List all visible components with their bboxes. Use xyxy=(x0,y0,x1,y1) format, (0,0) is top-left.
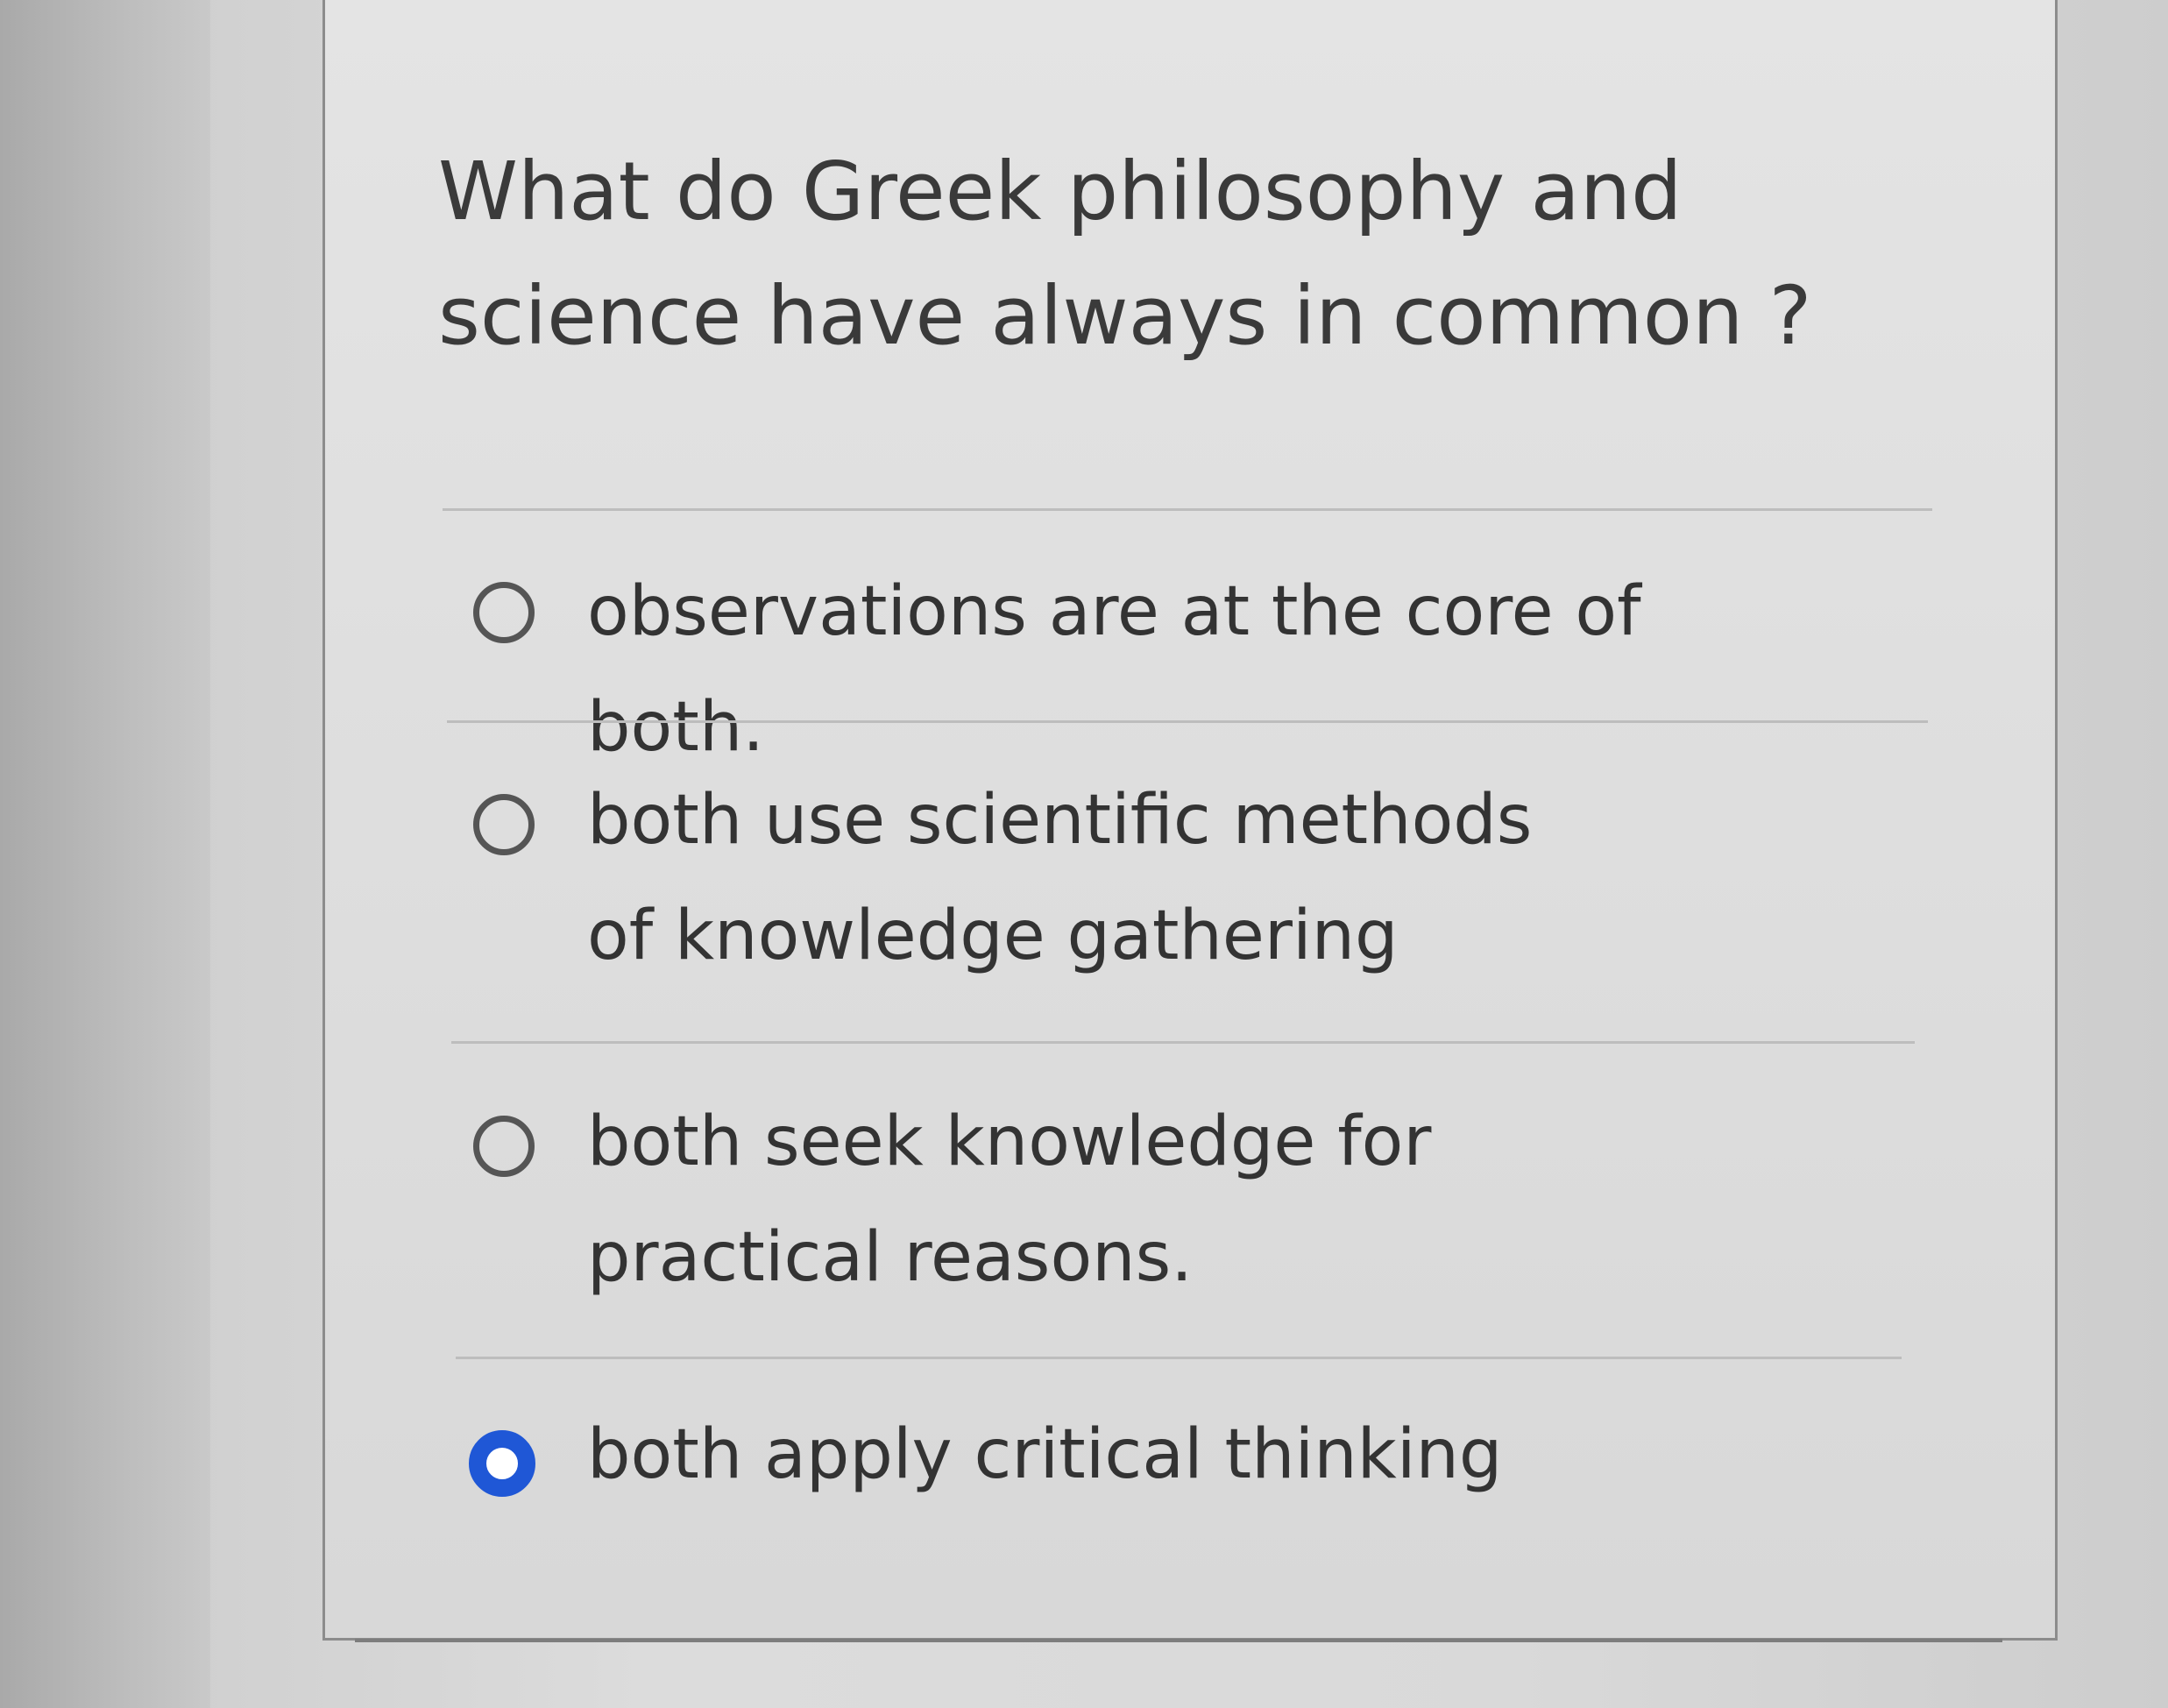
radio-button-2[interactable] xyxy=(473,794,535,855)
radio-button-4-selected[interactable] xyxy=(469,1430,535,1497)
answer-option-3-label: both seek knowledge for practical reason… xyxy=(587,1102,1432,1297)
answer-option-2-label: both use scientific methods of knowledge… xyxy=(587,781,1533,975)
radio-button-1[interactable] xyxy=(473,582,535,643)
radio-button-3[interactable] xyxy=(473,1116,535,1177)
divider xyxy=(443,508,1932,511)
question-text: What do Greek philosophy and science hav… xyxy=(438,145,1812,363)
divider xyxy=(456,1357,1902,1359)
answer-option-1-label: observations are at the core of both. xyxy=(587,572,1641,767)
left-margin xyxy=(0,0,210,1708)
card-bottom-border xyxy=(355,1639,2002,1642)
divider xyxy=(451,1041,1915,1044)
divider xyxy=(447,720,1928,723)
screen-background: What do Greek philosophy and science hav… xyxy=(0,0,2168,1708)
answer-option-4-label: both apply critical thinking xyxy=(587,1415,1503,1494)
